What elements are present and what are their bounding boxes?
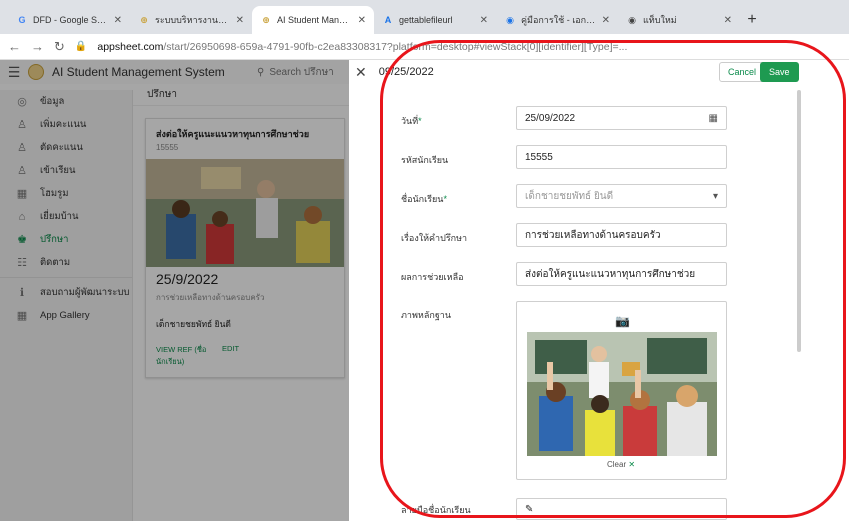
clear-label: Clear xyxy=(607,460,627,469)
forward-icon[interactable]: → xyxy=(31,39,44,54)
browser-tab[interactable]: ◉ แท็บใหม่ ✕ xyxy=(618,6,740,34)
topic-field[interactable]: การช่วยเหลือทางด้านครอบครัว xyxy=(516,223,727,247)
appsheet-app: ☰ AI Student Management System ⚲ Search ป… xyxy=(0,60,849,521)
browser-tab[interactable]: ⊕ ระบบบริหารงานกิจการนักเรียน ✕ xyxy=(130,6,252,34)
evidence-photo-field[interactable]: 📷 Clear ✕ xyxy=(516,301,727,480)
scrollbar[interactable] xyxy=(797,90,801,352)
url-host: appsheet.com xyxy=(97,40,164,53)
clear-photo-button[interactable]: Clear ✕ xyxy=(607,460,635,469)
chevron-down-icon[interactable]: ▾ xyxy=(713,191,718,202)
student-id-label: รหัสนักเรียน xyxy=(401,155,449,165)
close-tab-icon[interactable]: ✕ xyxy=(236,15,244,26)
tab-title: DFD - Google Search xyxy=(33,15,109,25)
student-id-field[interactable]: 15555 xyxy=(516,145,727,169)
date-value: 25/09/2022 xyxy=(525,112,576,124)
camera-icon[interactable]: 📷 xyxy=(615,314,630,328)
result-field[interactable]: ส่งต่อให้ครูแนะแนวหาทุนการศึกษาช่วย xyxy=(516,262,727,286)
evidence-photo xyxy=(527,332,717,456)
close-tab-icon[interactable]: ✕ xyxy=(114,15,122,26)
tab-title: AI Student Management Sy xyxy=(277,15,353,25)
student-id-value: 15555 xyxy=(525,151,553,163)
close-icon[interactable]: ✕ xyxy=(355,64,367,81)
google-icon: G xyxy=(18,15,26,25)
close-tab-icon[interactable]: ✕ xyxy=(480,15,488,26)
tab-title: คู่มือการใช้ - เอกสาร (A4) xyxy=(521,15,597,25)
close-tab-icon[interactable]: ✕ xyxy=(358,15,366,26)
date-label: วันที่* xyxy=(401,116,422,126)
appsheet-icon: A xyxy=(384,15,392,25)
clear-x-icon: ✕ xyxy=(628,460,636,469)
tab-title: แท็บใหม่ xyxy=(643,15,677,25)
school-logo-icon: ⊕ xyxy=(140,15,148,25)
student-name-value: เด็กชายชยพัทธ์ ยินดี xyxy=(525,190,614,202)
student-name-label: ชื่อนักเรียน* xyxy=(401,194,447,204)
chrome-icon: ◉ xyxy=(628,15,636,25)
browser-tab[interactable]: Agettablefileurl ✕ xyxy=(374,6,496,34)
school-logo-icon: ⊕ xyxy=(262,15,270,25)
save-button[interactable]: Save xyxy=(760,62,799,82)
result-label: ผลการช่วยเหลือ xyxy=(401,272,464,282)
calendar-icon[interactable]: ▦ xyxy=(709,113,718,124)
edit-form-panel: ✕ 09/25/2022 Cancel Save วันที่* 25/09/2… xyxy=(349,60,849,521)
student-name-select[interactable]: เด็กชายชยพัทธ์ ยินดี ▾ xyxy=(516,184,727,208)
browser-tab[interactable]: ◉ คู่มือการใช้ - เอกสาร (A4) ✕ xyxy=(496,6,618,34)
topic-value: การช่วยเหลือทางด้านครอบครัว xyxy=(525,229,661,241)
reload-icon[interactable]: ↻ xyxy=(54,39,65,55)
evidence-label: ภาพหลักฐาน xyxy=(401,310,451,320)
browser-tab[interactable]: G DFD - Google Search ✕ xyxy=(8,6,130,34)
tab-title: gettablefileurl xyxy=(399,15,453,25)
form-title: 09/25/2022 xyxy=(378,66,434,78)
close-tab-icon[interactable]: ✕ xyxy=(602,15,610,26)
cancel-button[interactable]: Cancel xyxy=(719,62,766,82)
close-tab-icon[interactable]: ✕ xyxy=(724,15,732,26)
tab-title: ระบบบริหารงานกิจการนักเรียน xyxy=(155,15,231,25)
url-field[interactable]: appsheet.com/start/26950698-659a-4791-90… xyxy=(97,41,757,53)
modal-backdrop[interactable] xyxy=(0,60,349,521)
signature-field[interactable]: ✎ xyxy=(516,498,727,520)
topic-label: เรื่องให้คำปรึกษา xyxy=(401,233,468,243)
result-value: ส่งต่อให้ครูแนะแนวหาทุนการศึกษาช่วย xyxy=(525,268,696,280)
browser-tab-active[interactable]: ⊕ AI Student Management Sy ✕ xyxy=(252,6,374,34)
date-field[interactable]: 25/09/2022 ▦ xyxy=(516,106,727,130)
address-bar: ← → ↻ 🔒 appsheet.com/start/26950698-659a… xyxy=(0,34,849,60)
pen-icon: ✎ xyxy=(525,503,534,515)
url-path: /start/26950698-659a-4791-90fb-c2ea83308… xyxy=(163,40,628,53)
new-tab-icon[interactable]: + xyxy=(740,6,764,34)
back-icon[interactable]: ← xyxy=(8,39,21,54)
signature-label: ลายมือชื่อนักเรียน xyxy=(401,505,471,515)
lock-icon[interactable]: 🔒 xyxy=(75,41,87,52)
docs-icon: ◉ xyxy=(506,15,514,25)
browser-tab-bar: G DFD - Google Search ✕ ⊕ ระบบบริหารงานกิจก… xyxy=(0,0,849,34)
